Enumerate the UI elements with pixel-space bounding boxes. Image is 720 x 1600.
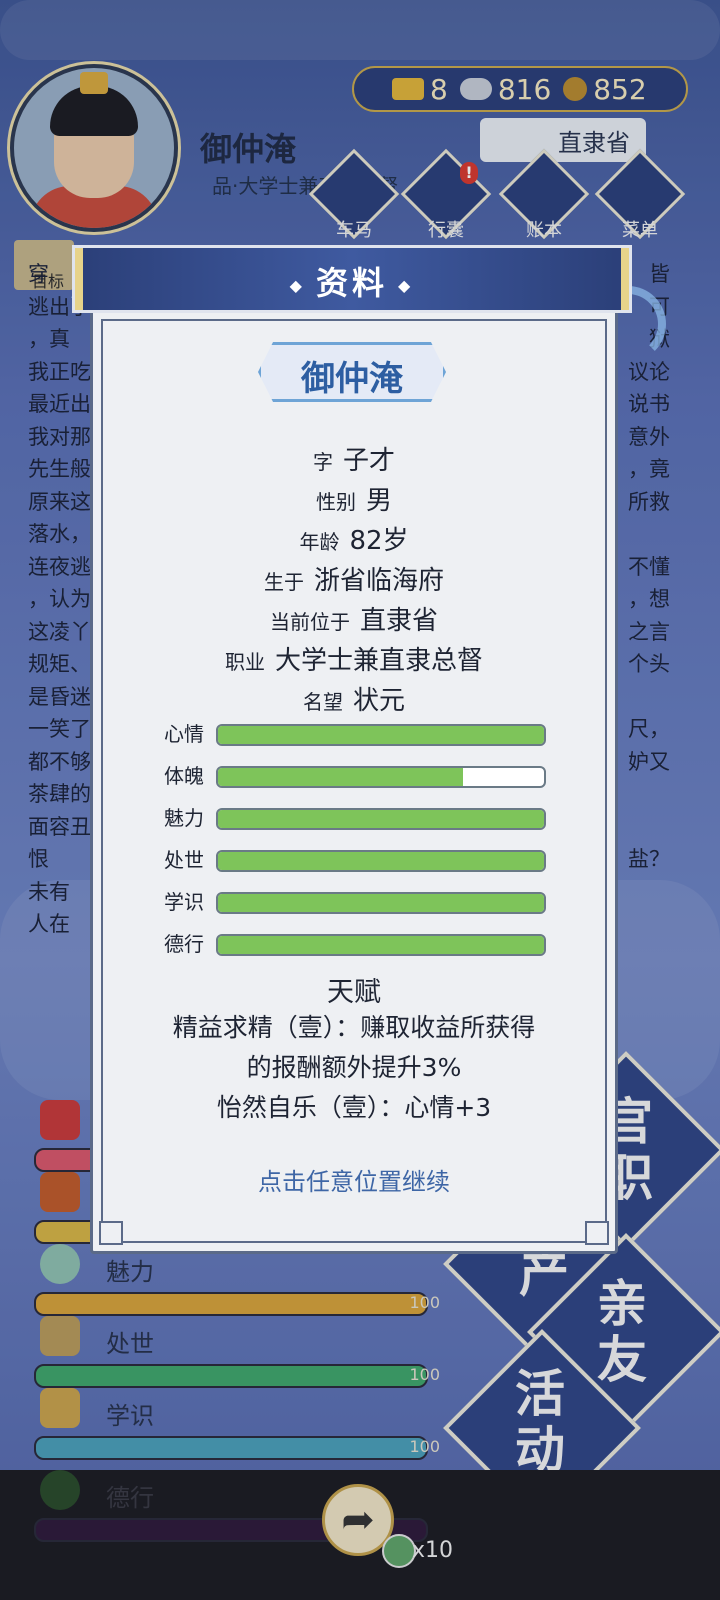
attribute-bar: 体魄 [160, 764, 580, 788]
corner-ornament [99, 1221, 123, 1245]
info-current-location: 当前位于 直隶省 [269, 606, 438, 636]
talent-line: 精益求精（壹）：赚取收益所获得 [172, 1013, 536, 1042]
attribute-fill [218, 936, 544, 954]
attribute-bar: 魅力 [160, 806, 580, 830]
attribute-track [216, 892, 546, 914]
attribute-label: 体魄 [164, 764, 204, 788]
attribute-track [216, 808, 546, 830]
attribute-track [216, 724, 546, 746]
attribute-fill [218, 726, 544, 744]
attribute-label: 魅力 [164, 806, 204, 830]
attribute-bar: 处世 [160, 848, 580, 872]
corner-ornament [585, 1221, 609, 1245]
talent-title: 天赋 [327, 977, 381, 1008]
attribute-track [216, 850, 546, 872]
info-age: 年龄 82岁 [299, 526, 409, 556]
continue-prompt[interactable]: 点击任意位置继续 [90, 1162, 618, 1197]
character-name: 御仲淹 [301, 359, 403, 399]
attribute-fill [218, 894, 544, 912]
attribute-fill [218, 810, 544, 828]
info-occupation: 职业 大学士兼直隶总督 [224, 646, 483, 676]
talent-line: 怡然自乐（壹）：心情+3 [216, 1093, 492, 1122]
attribute-label: 处世 [164, 848, 204, 872]
dialog-header: ◆ 资料 ◆ [72, 245, 632, 313]
attribute-track [216, 934, 546, 956]
talent-line: 的报酬额外提升3% [246, 1053, 462, 1082]
attribute-bar: 心情 [160, 722, 580, 746]
attribute-track [216, 766, 546, 788]
info-courtesy-name: 字子才 [312, 446, 395, 476]
attribute-label: 德行 [164, 932, 204, 956]
dialog-title: 资料 [315, 264, 388, 302]
attribute-fill [218, 768, 463, 786]
info-birthplace: 生于 浙省临海府 [263, 566, 444, 596]
attribute-bar: 学识 [160, 890, 580, 914]
attribute-fill [218, 852, 544, 870]
attribute-bar: 德行 [160, 932, 580, 956]
character-name-plate: 御仲淹 [258, 342, 446, 402]
attribute-label: 学识 [164, 890, 204, 914]
info-reputation: 名望 状元 [302, 686, 405, 716]
info-gender: 性别男 [315, 486, 392, 516]
attribute-label: 心情 [164, 722, 204, 746]
